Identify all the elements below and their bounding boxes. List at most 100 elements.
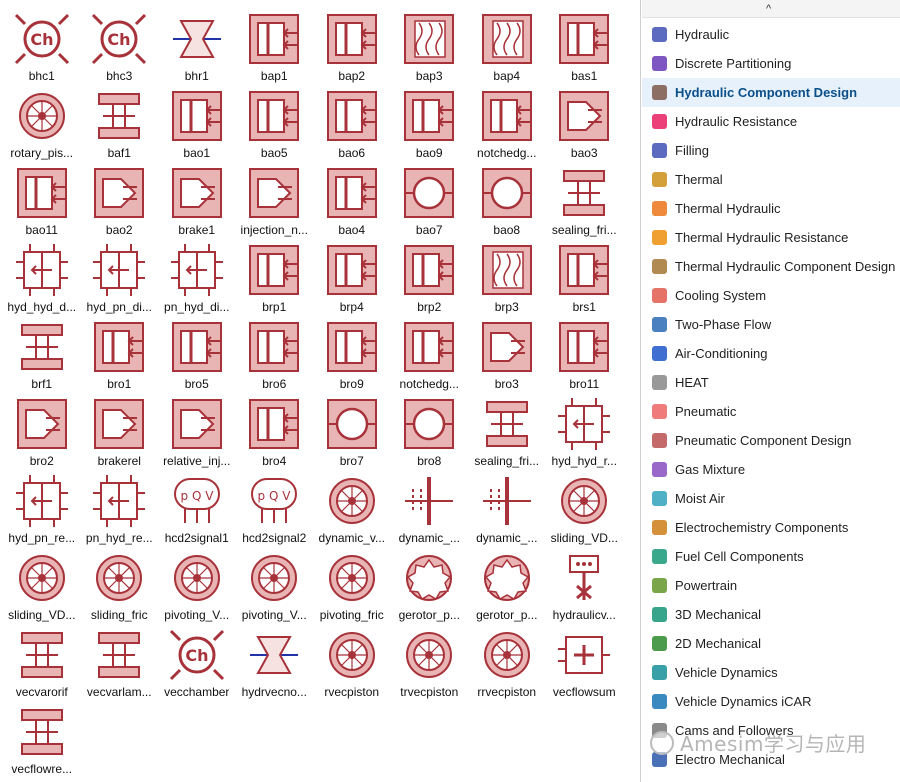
component-item[interactable]: pn_hyd_re... bbox=[81, 470, 159, 547]
category-item[interactable]: Powertrain bbox=[642, 571, 900, 600]
component-item[interactable]: rotary_pis... bbox=[3, 85, 81, 162]
component-item[interactable]: bao4 bbox=[313, 162, 391, 239]
category-item[interactable]: Vehicle Dynamics iCAR bbox=[642, 687, 900, 716]
category-item[interactable]: Thermal Hydraulic Component Design bbox=[642, 252, 900, 281]
component-item[interactable]: bao2 bbox=[81, 162, 159, 239]
component-item[interactable]: bro2 bbox=[3, 393, 81, 470]
component-item[interactable]: bap4 bbox=[468, 8, 546, 85]
component-item[interactable]: notchedg... bbox=[468, 85, 546, 162]
category-item[interactable]: 2D Mechanical bbox=[642, 629, 900, 658]
component-item[interactable]: hydraulicv... bbox=[546, 547, 624, 624]
component-item[interactable]: dynamic_... bbox=[391, 470, 469, 547]
component-item[interactable]: brp3 bbox=[468, 239, 546, 316]
component-item[interactable]: hyd_pn_di... bbox=[81, 239, 159, 316]
component-item[interactable]: sliding_VD... bbox=[546, 470, 624, 547]
component-item[interactable]: notchedg... bbox=[391, 316, 469, 393]
component-item[interactable]: brp4 bbox=[313, 239, 391, 316]
component-item[interactable]: bap1 bbox=[236, 8, 314, 85]
category-item[interactable]: Air-Conditioning bbox=[642, 339, 900, 368]
component-item[interactable]: sealing_fri... bbox=[546, 162, 624, 239]
component-item[interactable]: baf1 bbox=[81, 85, 159, 162]
component-item[interactable]: bao6 bbox=[313, 85, 391, 162]
component-item[interactable]: brs1 bbox=[546, 239, 624, 316]
component-item[interactable]: bro9 bbox=[313, 316, 391, 393]
category-item[interactable]: Cooling System bbox=[642, 281, 900, 310]
component-item[interactable]: bhr1 bbox=[158, 8, 236, 85]
component-item[interactable]: bro6 bbox=[236, 316, 314, 393]
category-item[interactable]: Filling bbox=[642, 136, 900, 165]
category-item[interactable]: Thermal bbox=[642, 165, 900, 194]
component-item[interactable]: bap3 bbox=[391, 8, 469, 85]
category-item[interactable]: Hydraulic Component Design bbox=[642, 78, 900, 107]
component-item[interactable]: brake1 bbox=[158, 162, 236, 239]
component-item[interactable]: injection_n... bbox=[236, 162, 314, 239]
category-item[interactable]: Gas Mixture bbox=[642, 455, 900, 484]
component-item[interactable]: bro5 bbox=[158, 316, 236, 393]
scroll-up-button[interactable]: ^ bbox=[642, 0, 900, 18]
component-item[interactable]: sliding_VD... bbox=[3, 547, 81, 624]
category-item[interactable]: Two-Phase Flow bbox=[642, 310, 900, 339]
component-item[interactable]: gerotor_p... bbox=[468, 547, 546, 624]
component-item[interactable]: hyd_pn_re... bbox=[3, 470, 81, 547]
component-item[interactable]: vecvarorif bbox=[3, 624, 81, 701]
category-item[interactable]: Vehicle Dynamics bbox=[642, 658, 900, 687]
component-item[interactable]: vecvarlam... bbox=[81, 624, 159, 701]
component-item[interactable]: Ch vecchamber bbox=[158, 624, 236, 701]
component-item[interactable]: trvecpiston bbox=[391, 624, 469, 701]
component-item[interactable]: brp1 bbox=[236, 239, 314, 316]
category-item[interactable]: Thermal Hydraulic Resistance bbox=[642, 223, 900, 252]
component-item[interactable]: dynamic_v... bbox=[313, 470, 391, 547]
component-item[interactable]: rvecpiston bbox=[313, 624, 391, 701]
category-item[interactable]: Pneumatic Component Design bbox=[642, 426, 900, 455]
component-item[interactable]: bao7 bbox=[391, 162, 469, 239]
category-item[interactable]: 3D Mechanical bbox=[642, 600, 900, 629]
component-item[interactable]: brakerel bbox=[81, 393, 159, 470]
component-item[interactable]: bas1 bbox=[546, 8, 624, 85]
component-item[interactable]: brp2 bbox=[391, 239, 469, 316]
component-item[interactable]: pn_hyd_di... bbox=[158, 239, 236, 316]
component-item[interactable]: vecflowre... bbox=[3, 701, 81, 778]
component-item[interactable]: bao3 bbox=[546, 85, 624, 162]
component-item[interactable]: pivoting_V... bbox=[236, 547, 314, 624]
component-item[interactable]: Ch bhc3 bbox=[81, 8, 159, 85]
component-item[interactable]: hyd_hyd_r... bbox=[546, 393, 624, 470]
component-item[interactable]: bro1 bbox=[81, 316, 159, 393]
component-item[interactable]: sealing_fri... bbox=[468, 393, 546, 470]
component-item[interactable]: bro3 bbox=[468, 316, 546, 393]
component-item[interactable]: bro11 bbox=[546, 316, 624, 393]
component-item[interactable]: gerotor_p... bbox=[391, 547, 469, 624]
component-item[interactable]: p Q V hcd2signal1 bbox=[158, 470, 236, 547]
component-item[interactable]: brf1 bbox=[3, 316, 81, 393]
component-item[interactable]: p Q V hcd2signal2 bbox=[236, 470, 314, 547]
component-item[interactable]: pivoting_V... bbox=[158, 547, 236, 624]
component-item[interactable]: bro7 bbox=[313, 393, 391, 470]
component-item[interactable]: sliding_fric bbox=[81, 547, 159, 624]
component-item[interactable]: hyd_hyd_d... bbox=[3, 239, 81, 316]
category-item[interactable]: Pneumatic bbox=[642, 397, 900, 426]
category-item[interactable]: Electrochemistry Components bbox=[642, 513, 900, 542]
component-item[interactable]: hydrvecno... bbox=[236, 624, 314, 701]
component-item[interactable]: bao11 bbox=[3, 162, 81, 239]
component-item[interactable]: bao1 bbox=[158, 85, 236, 162]
category-item[interactable]: Moist Air bbox=[642, 484, 900, 513]
category-item[interactable]: Hydraulic Resistance bbox=[642, 107, 900, 136]
component-item[interactable]: vecflowsum bbox=[546, 624, 624, 701]
component-item[interactable]: pivoting_fric bbox=[313, 547, 391, 624]
component-item[interactable]: dynamic_... bbox=[468, 470, 546, 547]
category-item[interactable]: HEAT bbox=[642, 368, 900, 397]
component-item[interactable]: bao5 bbox=[236, 85, 314, 162]
category-item[interactable]: Electro Mechanical bbox=[642, 745, 900, 774]
category-item[interactable]: Discrete Partitioning bbox=[642, 49, 900, 78]
component-item[interactable]: bap2 bbox=[313, 8, 391, 85]
category-item[interactable]: Thermal Hydraulic bbox=[642, 194, 900, 223]
category-item[interactable]: Cams and Followers bbox=[642, 716, 900, 745]
component-item[interactable]: bro4 bbox=[236, 393, 314, 470]
component-item[interactable]: bro8 bbox=[391, 393, 469, 470]
component-item[interactable]: rrvecpiston bbox=[468, 624, 546, 701]
category-item[interactable]: Hydraulic bbox=[642, 20, 900, 49]
component-item[interactable]: relative_inj... bbox=[158, 393, 236, 470]
component-item[interactable]: bao8 bbox=[468, 162, 546, 239]
category-item[interactable]: Fuel Cell Components bbox=[642, 542, 900, 571]
component-item[interactable]: Ch bhc1 bbox=[3, 8, 81, 85]
component-item[interactable]: bao9 bbox=[391, 85, 469, 162]
